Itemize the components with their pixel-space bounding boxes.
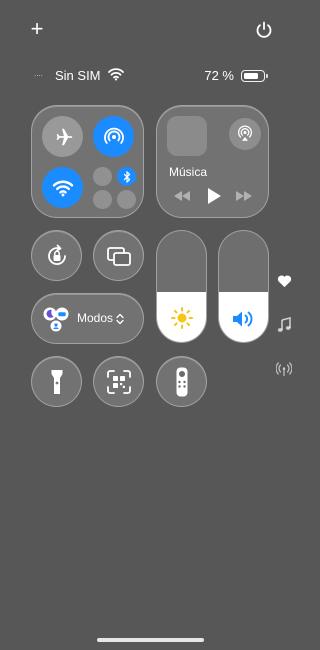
fast-forward-icon[interactable] [235, 190, 253, 202]
vpn-button[interactable] [117, 190, 136, 209]
status-bar: .... Sin SIM 72 % [34, 67, 270, 85]
focus-modes-button[interactable]: Modos [31, 293, 144, 344]
qr-scanner-icon [106, 369, 131, 394]
personal-hotspot-button[interactable] [93, 190, 112, 209]
rotation-lock-icon [47, 244, 66, 265]
screen-mirroring-button[interactable] [93, 230, 144, 281]
home-indicator[interactable] [97, 638, 204, 642]
carrier-label: Sin SIM [55, 68, 101, 83]
album-artwork [167, 116, 207, 156]
cellular-data-button[interactable] [93, 167, 112, 186]
heart-icon [277, 275, 291, 288]
bluetooth-button[interactable] [117, 167, 136, 186]
speaker-icon [232, 311, 252, 327]
music-page-indicator[interactable] [275, 316, 293, 334]
airdrop-button[interactable] [93, 116, 134, 157]
orientation-lock-button[interactable] [31, 230, 82, 281]
flashlight-icon [51, 369, 62, 394]
battery-percent: 72 % [204, 68, 234, 83]
airplay-button[interactable] [229, 118, 261, 150]
add-control-button[interactable]: + [27, 18, 47, 40]
focus-modes-label: Modos [77, 311, 114, 325]
battery-icon [241, 70, 268, 82]
airplane-icon [56, 128, 72, 145]
wifi-button[interactable] [42, 167, 83, 208]
focus-modes-icon [43, 307, 69, 332]
power-button[interactable] [254, 20, 274, 40]
signal-indicator: .... [34, 69, 43, 78]
now-playing-module[interactable]: Música [156, 105, 269, 218]
connectivity-module[interactable] [31, 105, 144, 218]
bluetooth-icon [123, 170, 130, 183]
remote-icon [176, 367, 187, 396]
favorites-page-indicator[interactable] [275, 272, 293, 290]
chevron-up-down-icon [116, 313, 124, 325]
apple-tv-remote-button[interactable] [156, 356, 207, 407]
music-note-icon [277, 317, 291, 332]
airdrop-icon [103, 127, 124, 144]
wifi-status-icon [108, 68, 124, 81]
airplay-icon [238, 125, 252, 141]
sun-icon [170, 307, 193, 329]
brightness-slider[interactable] [156, 230, 207, 343]
screen-mirroring-icon [106, 246, 131, 266]
media-title: Música [169, 165, 208, 179]
rewind-icon[interactable] [173, 190, 191, 202]
volume-slider[interactable] [218, 230, 269, 343]
antenna-icon [276, 362, 292, 376]
connectivity-page-indicator[interactable] [275, 360, 293, 378]
wifi-icon [52, 180, 73, 196]
power-icon [256, 21, 272, 38]
airplane-mode-button[interactable] [42, 116, 83, 157]
flashlight-button[interactable] [31, 356, 82, 407]
play-icon[interactable] [206, 187, 222, 205]
code-scanner-button[interactable] [93, 356, 144, 407]
